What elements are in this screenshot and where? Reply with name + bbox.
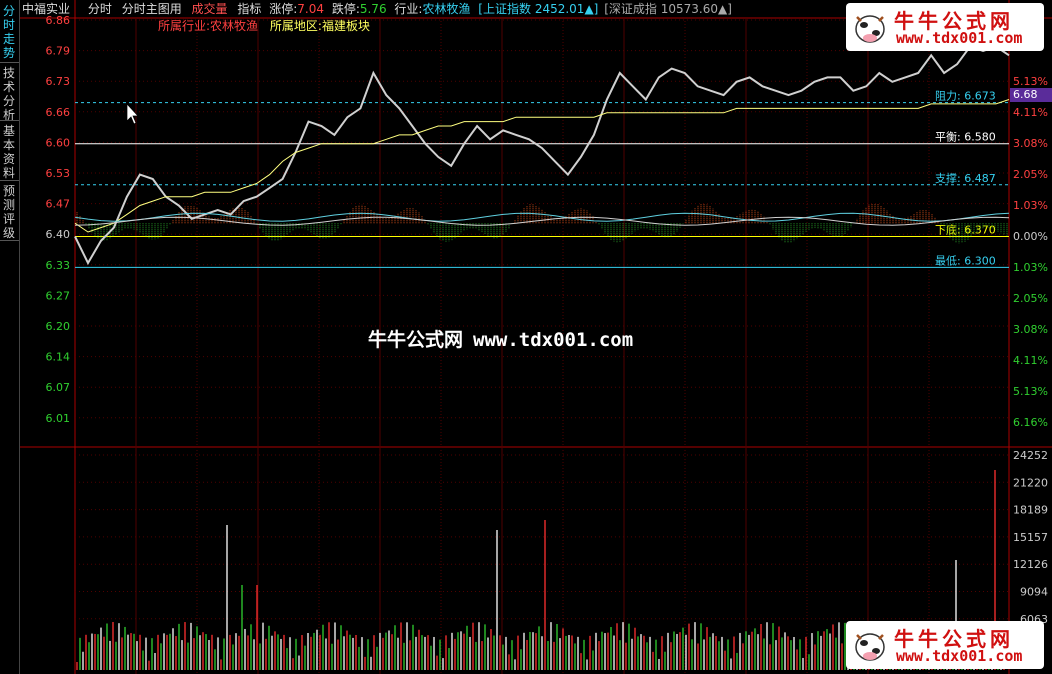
- pct-tick-label: 0.00%: [1013, 230, 1048, 243]
- volume-tick-label: 24252: [1013, 449, 1048, 462]
- sh-index-label[interactable]: [上证指数: [478, 2, 531, 16]
- level-label: 支撑: 6.487: [935, 171, 996, 185]
- watermark-title: 牛牛公式网: [368, 329, 464, 351]
- sub-industry-value: :农林牧渔: [206, 19, 259, 33]
- logo-url: www.tdx001.com: [896, 29, 1023, 47]
- limit-down-label: 跌停:: [331, 2, 360, 16]
- current-price-tag: 6.68: [1010, 88, 1052, 102]
- price-tick-label: 6.47: [46, 198, 71, 211]
- pct-tick-label: 2.05%: [1013, 168, 1048, 181]
- average-price-line: [74, 99, 1010, 233]
- price-tick-label: 6.01: [46, 412, 71, 425]
- watermark: 牛牛公式网 www.tdx001.com: [368, 325, 633, 352]
- price-tick-label: 6.14: [46, 351, 71, 364]
- watermark-url: www.tdx001.com: [473, 329, 634, 351]
- tab-forecast-rating[interactable]: 预测评级: [0, 184, 18, 240]
- sub-industry-label: 所属行业: [158, 19, 207, 33]
- level-label: 最低: 6.300: [935, 254, 996, 267]
- pct-tick-label: 5.13%: [1013, 75, 1048, 88]
- cow-icon: [855, 15, 885, 43]
- volume-indicator-label[interactable]: 成交量: [192, 2, 228, 16]
- pct-tick-label: 3.08%: [1013, 323, 1048, 336]
- level-label: 平衡: 6.580: [935, 131, 996, 144]
- region-value: :福建板块: [317, 19, 370, 33]
- indicator-button[interactable]: 指标: [237, 2, 261, 16]
- pct-tick-label: 4.11%: [1013, 106, 1048, 119]
- sh-index-value: 2452.01: [534, 2, 585, 16]
- chart-header: 中福实业 分时 分时主图用 成交量 指标 涨停:7.04 跌停:5.76 行业:…: [22, 1, 732, 17]
- price-line: [74, 45, 1010, 266]
- pct-tick-label: 5.13%: [1013, 385, 1048, 398]
- sidebar: 分时走势 技术分析 基本资料 预测评级: [0, 0, 20, 674]
- site-logo-bottom: 牛牛公式网 www.tdx001.com: [846, 621, 1044, 669]
- price-tick-label: 6.73: [46, 75, 71, 88]
- chart-mode[interactable]: 分时: [88, 2, 112, 16]
- volume-tick-label: 18189: [1013, 504, 1048, 517]
- volume-tick-label: 12126: [1013, 558, 1048, 571]
- logo-url: www.tdx001.com: [896, 647, 1023, 665]
- limit-down-value: 5.76: [359, 2, 387, 16]
- volume-tick-label: 15157: [1013, 531, 1048, 544]
- sz-index-label[interactable]: [深证成指: [604, 2, 657, 16]
- site-logo-top: 牛牛公式网 www.tdx001.com: [846, 3, 1044, 51]
- sh-index-arrow-icon: ▲]: [584, 2, 599, 16]
- sz-index-arrow-icon: ▲]: [717, 2, 732, 16]
- price-tick-label: 6.79: [46, 45, 71, 58]
- price-tick-label: 6.27: [46, 289, 71, 302]
- pct-tick-label: 2.05%: [1013, 292, 1048, 305]
- price-tick-label: 6.53: [46, 167, 71, 180]
- price-tick-label: 6.66: [46, 106, 71, 119]
- level-label: 阻力: 6.673: [935, 90, 996, 103]
- pct-tick-label: 1.03%: [1013, 199, 1048, 212]
- industry-value[interactable]: 农林牧渔: [422, 2, 470, 16]
- price-tick-label: 6.07: [46, 381, 71, 394]
- price-tick-label: 6.33: [46, 259, 71, 272]
- price-tick-label: 6.20: [46, 320, 71, 333]
- pct-tick-label: 1.03%: [1013, 261, 1048, 274]
- pct-tick-label: 3.08%: [1013, 137, 1048, 150]
- volume-tick-label: 21220: [1013, 476, 1048, 489]
- limit-up-value: 7.04: [297, 2, 324, 16]
- tab-technical-analysis[interactable]: 技术分析: [0, 66, 18, 122]
- industry-label: 行业:: [394, 2, 423, 16]
- stock-name[interactable]: 中福实业: [22, 2, 70, 16]
- pct-tick-label: 6.16%: [1013, 416, 1048, 429]
- region-label: 所属地区: [269, 19, 318, 33]
- sz-index-value: 10573.60: [660, 2, 718, 16]
- volume-tick-label: 9094: [1020, 586, 1048, 599]
- tab-fundamentals[interactable]: 基本资料: [0, 124, 18, 180]
- price-tick-label: 6.40: [46, 228, 71, 241]
- tab-intraday[interactable]: 分时走势: [0, 4, 18, 60]
- stock-info-line: 所属行业:农林牧渔 所属地区:福建板块: [158, 19, 370, 33]
- limit-up-label: 涨停:: [269, 2, 298, 16]
- cow-icon: [855, 633, 885, 661]
- main-chart-formula[interactable]: 分时主图用: [122, 2, 182, 16]
- price-tick-label: 6.60: [46, 136, 71, 149]
- pct-tick-label: 4.11%: [1013, 354, 1048, 367]
